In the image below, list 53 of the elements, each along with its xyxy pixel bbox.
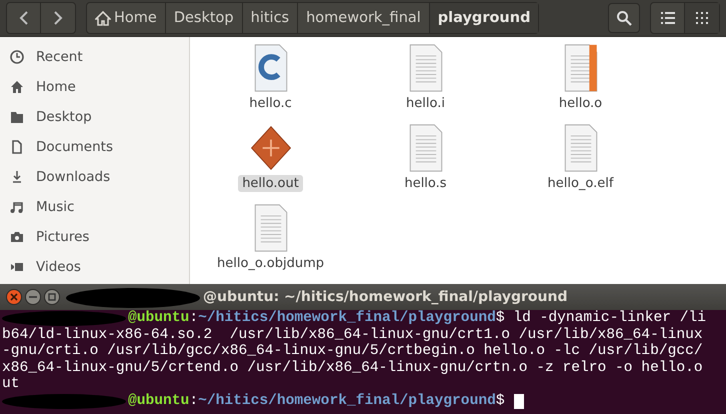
window-title: @ubuntu: ~/hitics/homework_final/playground: [203, 289, 568, 305]
forward-icon: [53, 11, 63, 25]
file-name[interactable]: hello.i: [402, 95, 449, 112]
grid-view-button[interactable]: [685, 3, 719, 33]
pictures-icon: [9, 229, 25, 245]
sidebar-item[interactable]: Pictures: [36, 229, 90, 245]
command-text: x86_64-linux-gnu/5/crtend.o /usr/lib/x86_64-linux-gnu/crtn.o -z relro -o hello.o: [2, 360, 703, 376]
path-button[interactable]: hitics: [242, 3, 298, 33]
file-name[interactable]: hello.c: [245, 95, 296, 112]
prompt-host: @ubuntu: [128, 392, 190, 410]
recent-icon: [9, 49, 25, 65]
file-name[interactable]: hello.o: [554, 95, 606, 112]
close-button[interactable]: [6, 289, 22, 305]
prompt-symbol: $: [496, 392, 505, 410]
sidebar-item[interactable]: Home: [36, 79, 76, 95]
search-button[interactable]: [608, 3, 640, 33]
file-name[interactable]: hello.s: [400, 175, 451, 192]
prompt-symbol: $: [496, 310, 505, 327]
minimize-button[interactable]: [25, 289, 41, 305]
command-text: b64/ld-linux-x86-64.so.2 /usr/lib/x86_64-linux-gnu/crt1.o /usr/lib/x86_64-linux: [2, 326, 703, 343]
sidebar-item[interactable]: Documents: [36, 139, 113, 155]
file-name[interactable]: hello.out: [238, 175, 303, 192]
maximize-icon: [48, 293, 56, 301]
music-icon: [9, 199, 25, 215]
command-text: ut: [2, 376, 20, 393]
path-button[interactable]: playground: [430, 3, 538, 33]
file-name[interactable]: hello_o.elf: [544, 175, 618, 192]
prompt-path: ~/hitics/homework_final/playground: [198, 310, 496, 327]
command-text: ld -dynamic-linker /li: [512, 310, 706, 327]
sidebar-item[interactable]: Recent: [36, 49, 83, 65]
command-text: -gnu/crti.o /usr/lib/gcc/x86_64-linux-gnu/5/crtbegin.o hello.o -lc /usr/lib/gcc/: [2, 343, 703, 360]
list-icon: [660, 12, 674, 24]
back-icon: [18, 11, 28, 25]
prompt-host: @ubuntu: [128, 310, 190, 327]
prompt-separator: :: [189, 392, 198, 410]
maximize-button[interactable]: [44, 289, 60, 305]
close-icon: [10, 293, 18, 301]
prompt-path: ~/hitics/homework_final/playground: [198, 392, 496, 410]
home-icon: [95, 10, 111, 26]
minimize-icon: [29, 296, 37, 298]
sidebar-item[interactable]: Music: [36, 199, 74, 215]
home-icon: [9, 79, 25, 95]
sidebar-item[interactable]: Desktop: [36, 109, 92, 125]
prompt-separator: :: [189, 310, 198, 327]
file-name[interactable]: hello_o.objdump: [213, 255, 328, 272]
sidebar-item[interactable]: Downloads: [36, 169, 110, 185]
sidebar-item[interactable]: Videos: [36, 259, 81, 275]
grid-icon: [696, 12, 708, 24]
path-button[interactable]: Home: [87, 3, 166, 33]
path-button[interactable]: Desktop: [166, 3, 243, 33]
documents-icon: [9, 139, 25, 155]
desktop-icon: [9, 109, 25, 125]
search-icon: [616, 10, 632, 26]
